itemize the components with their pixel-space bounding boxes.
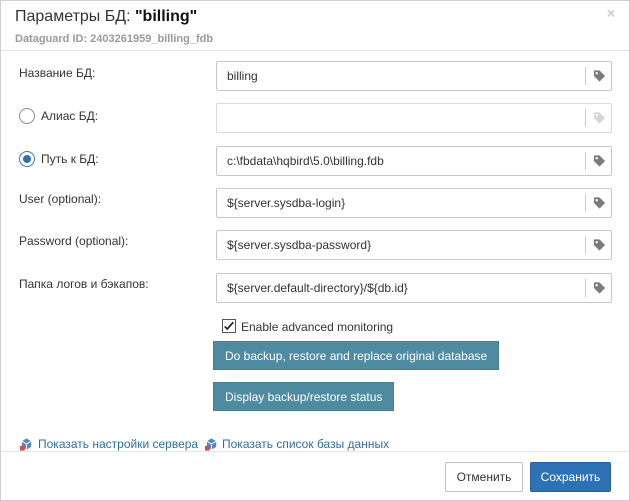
db-name-field <box>216 61 612 91</box>
field-divider <box>585 236 586 254</box>
cancel-button[interactable]: Отменить <box>445 462 523 492</box>
password-input[interactable] <box>217 231 585 259</box>
dataguard-id: Dataguard ID: 2403261959_billing_fdb <box>15 33 214 45</box>
field-divider <box>585 152 586 170</box>
user-row: User (optional): <box>1 188 629 222</box>
db-path-row: Путь к БД: <box>1 146 629 180</box>
tag-icon[interactable] <box>593 238 606 252</box>
checkmark-icon <box>224 321 234 331</box>
header-divider <box>1 50 629 51</box>
user-input[interactable] <box>217 189 585 217</box>
field-divider <box>585 194 586 212</box>
database-settings-dialog: Параметры БД: "billing" Dataguard ID: 24… <box>0 0 630 501</box>
db-name-input[interactable] <box>217 62 585 90</box>
logs-folder-field <box>216 273 612 303</box>
show-server-settings-link[interactable]: Показать настройки сервера <box>38 437 198 451</box>
db-alias-label: Алиас БД: <box>41 109 99 123</box>
password-label: Password (optional): <box>19 234 129 248</box>
backup-restore-status-button[interactable]: Display backup/restore status <box>213 382 395 411</box>
logs-folder-label: Папка логов и бэкапов: <box>19 277 149 291</box>
field-divider <box>585 109 586 127</box>
db-alias-radio[interactable] <box>19 108 35 124</box>
dialog-title-prefix: Параметры БД: <box>15 8 135 25</box>
cube-icon <box>204 438 217 451</box>
logs-folder-input[interactable] <box>217 274 585 302</box>
db-name-label: Название БД: <box>19 66 96 80</box>
cube-icon <box>19 438 32 451</box>
tag-icon[interactable] <box>593 154 606 168</box>
dialog-title: Параметры БД: "billing" <box>15 8 197 26</box>
db-alias-input[interactable] <box>217 104 585 132</box>
user-label: User (optional): <box>19 192 102 206</box>
dialog-title-db-name: "billing" <box>134 8 198 25</box>
field-divider <box>585 67 586 85</box>
footer-divider <box>1 451 629 452</box>
user-field <box>216 188 612 218</box>
tag-icon[interactable] <box>593 281 606 295</box>
db-path-input[interactable] <box>217 147 585 175</box>
db-name-row: Название БД: <box>1 61 629 95</box>
tag-icon[interactable] <box>593 196 606 210</box>
password-field <box>216 230 612 260</box>
dialog-header: Параметры БД: "billing" Dataguard ID: 24… <box>1 1 629 49</box>
db-path-label: Путь к БД: <box>41 152 99 166</box>
backup-restore-replace-button[interactable]: Do backup, restore and replace original … <box>213 341 500 370</box>
db-path-radio[interactable] <box>19 151 35 167</box>
db-alias-field <box>216 103 612 133</box>
advanced-monitoring-label: Enable advanced monitoring <box>241 320 394 334</box>
tag-icon <box>593 112 606 124</box>
show-database-list-link[interactable]: Показать список базы данных <box>222 437 389 451</box>
advanced-monitoring-checkbox[interactable] <box>222 319 236 333</box>
field-divider <box>585 279 586 297</box>
logs-folder-row: Папка логов и бэкапов: <box>1 273 629 307</box>
save-button[interactable]: Сохранить <box>530 462 611 492</box>
db-path-field <box>216 146 612 176</box>
password-row: Password (optional): <box>1 230 629 264</box>
tag-icon[interactable] <box>593 69 606 83</box>
db-alias-row: Алиас БД: <box>1 103 629 137</box>
close-icon[interactable]: × <box>607 5 615 21</box>
